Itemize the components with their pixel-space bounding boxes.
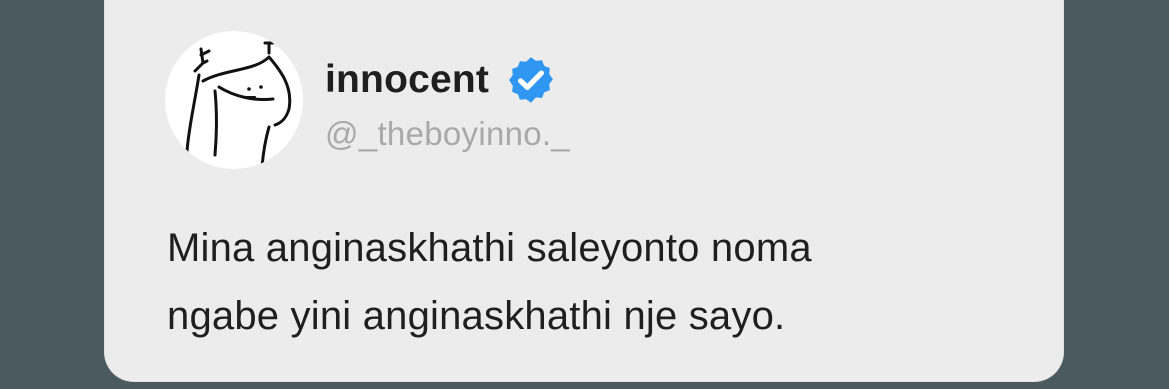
name-row: innocent [325, 54, 557, 106]
user-handle[interactable]: @_theboyinno._ [325, 115, 570, 153]
tweet-card: innocent @_theboyinno._ Mina anginaskhat… [104, 0, 1064, 382]
display-name[interactable]: innocent [325, 58, 489, 102]
doodle-avatar-icon [185, 41, 292, 169]
tweet-text-line: ngabe yini anginaskhathi nje sayo. [167, 294, 786, 338]
avatar[interactable] [165, 31, 303, 169]
verified-badge-icon [505, 54, 557, 106]
tweet-text: Mina anginaskhathi saleyonto noma ngabe … [167, 214, 1047, 350]
tweet-text-line: Mina anginaskhathi saleyonto noma [167, 226, 812, 270]
